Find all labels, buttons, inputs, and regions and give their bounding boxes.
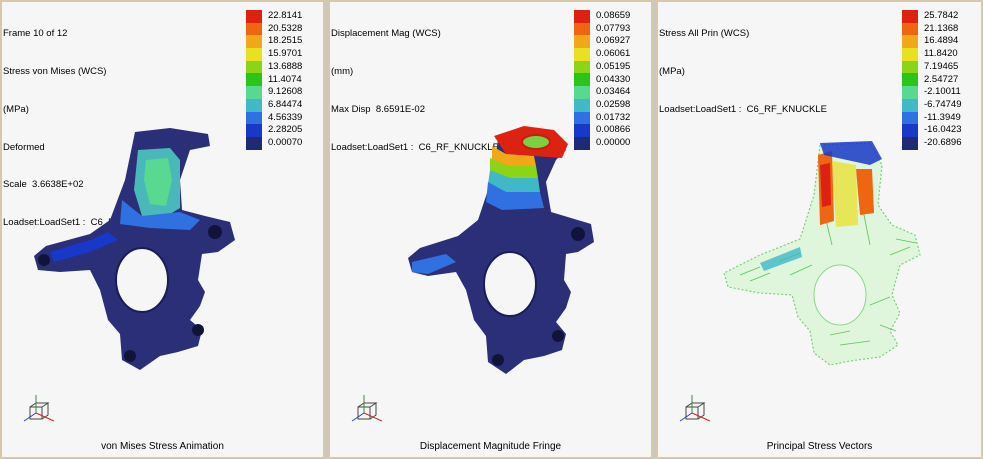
legend-value: 0.03464	[596, 86, 631, 98]
legend-value: 0.04330	[596, 73, 631, 85]
legend-swatch	[246, 111, 262, 125]
legend-swatch	[574, 98, 590, 112]
legend-value: 25.7842	[924, 10, 959, 21]
legend-value: 20.5328	[268, 22, 303, 34]
legend-swatch	[902, 73, 918, 87]
coordinate-triad-icon	[351, 395, 383, 422]
mount-hole	[124, 350, 136, 362]
legend-color-bar	[246, 10, 262, 150]
coordinate-triad-icon	[23, 395, 55, 422]
knuckle-model-displacement[interactable]	[406, 112, 606, 382]
legend-value: -2.10011	[924, 86, 961, 98]
info-result-type: Stress All Prin (WCS)	[659, 28, 750, 40]
legend-value: 11.4074	[268, 73, 302, 85]
viewport-stage: Frame 10 of 12 Stress von Mises (WCS) (M…	[0, 0, 983, 459]
legend-value: 18.2515	[268, 35, 303, 47]
legend-swatch	[902, 98, 918, 112]
info-loadset: Loadset:LoadSet1 : C6_RF_KNUCKLE	[659, 103, 827, 115]
legend-swatch	[246, 60, 262, 74]
legend-value: -16.0423	[924, 124, 962, 136]
mount-hole	[492, 354, 504, 366]
legend-swatch	[902, 35, 918, 49]
coordinate-triad-icon	[679, 395, 711, 422]
legend-swatch	[246, 136, 262, 150]
legend-value: 0.08659	[596, 10, 631, 21]
spindle-bore	[813, 264, 867, 326]
legend-value: 15.9701	[268, 48, 303, 60]
legend-swatch	[246, 124, 262, 137]
info-result-type: Displacement Mag (WCS)	[331, 28, 441, 40]
legend-value: 13.6888	[268, 60, 303, 72]
legend-value: 21.1368	[924, 22, 959, 34]
legend-value: 0.05195	[596, 60, 631, 72]
legend-value: 0.00070	[268, 137, 303, 148]
knuckle-model-vectors[interactable]	[720, 135, 940, 370]
legend-value: 0.07793	[596, 22, 631, 34]
legend-value: 7.19465	[924, 60, 959, 72]
spindle-bore	[115, 247, 169, 313]
result-info-block: Stress All Prin (WCS) (MPa) Loadset:Load…	[659, 3, 827, 142]
info-units: (MPa)	[659, 65, 685, 77]
legend-value: 0.02598	[596, 98, 631, 110]
viewport-von-mises[interactable]: Frame 10 of 12 Stress von Mises (WCS) (M…	[0, 0, 325, 459]
legend-value: 0.06927	[596, 35, 631, 47]
stress-vector-mid	[832, 161, 858, 227]
info-frame: Frame 10 of 12	[3, 28, 68, 40]
legend-swatch	[902, 86, 918, 99]
legend-swatch	[574, 73, 590, 87]
pivot-bore	[521, 134, 551, 150]
legend-swatch	[246, 10, 262, 23]
knuckle-model-stress[interactable]	[30, 120, 245, 390]
legend-swatch	[246, 73, 262, 87]
mount-hole	[208, 225, 222, 239]
legend-swatch	[574, 22, 590, 36]
viewport-caption: von Mises Stress Animation	[101, 441, 224, 452]
legend-swatch	[246, 98, 262, 112]
legend-value: 22.8141	[268, 10, 303, 21]
legend-swatch	[902, 111, 918, 125]
legend-value: -6.74749	[924, 98, 962, 110]
legend-value: 11.8420	[924, 48, 958, 60]
legend-swatch	[902, 48, 918, 61]
legend-swatch	[902, 60, 918, 74]
legend-swatch	[902, 10, 918, 23]
legend-value: 2.28205	[268, 124, 303, 136]
info-result-type: Stress von Mises (WCS)	[3, 65, 107, 77]
info-units: (MPa)	[3, 103, 29, 115]
legend-value: 2.54727	[924, 73, 959, 85]
legend-swatch	[574, 10, 590, 23]
legend-swatch	[246, 48, 262, 61]
legend-value: 0.06061	[596, 48, 631, 60]
info-units: (mm)	[331, 65, 354, 77]
viewport-principal-stress[interactable]: Stress All Prin (WCS) (MPa) Loadset:Load…	[656, 0, 983, 459]
legend-swatch	[574, 86, 590, 99]
legend-swatch	[246, 35, 262, 49]
mount-hole	[38, 254, 50, 266]
viewport-caption: Principal Stress Vectors	[766, 441, 873, 452]
legend-value: -11.3949	[924, 111, 961, 123]
spindle-bore	[483, 251, 537, 317]
legend-value: 9.12608	[268, 86, 303, 98]
legend-value: 6.84474	[268, 98, 303, 110]
mount-hole	[552, 330, 564, 342]
mount-hole	[192, 324, 204, 336]
mount-hole	[571, 227, 585, 241]
legend-swatch	[246, 22, 262, 36]
legend-swatch	[246, 86, 262, 99]
legend-value: 16.4894	[924, 35, 959, 47]
legend-swatch	[574, 48, 590, 61]
legend-swatch	[902, 22, 918, 36]
legend-swatch	[574, 35, 590, 49]
legend-color-bar	[902, 10, 918, 150]
viewport-displacement[interactable]: Displacement Mag (WCS) (mm) Max Disp 8.6…	[328, 0, 653, 459]
legend-value: 4.56339	[268, 111, 303, 123]
legend-swatch	[574, 60, 590, 74]
viewport-caption: Displacement Magnitude Fringe	[419, 441, 562, 452]
